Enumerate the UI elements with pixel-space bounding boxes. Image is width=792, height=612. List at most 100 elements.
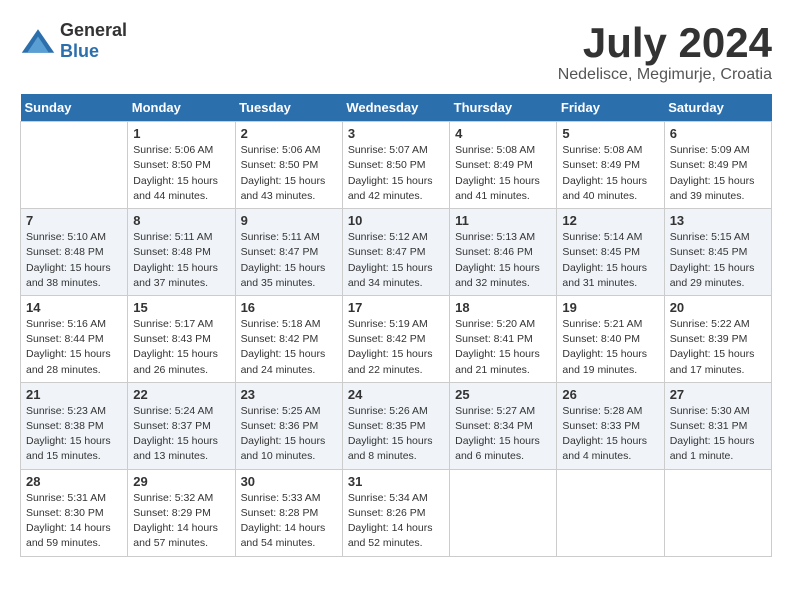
day-number: 19 [562, 300, 658, 315]
day-number: 7 [26, 213, 122, 228]
day-number: 9 [241, 213, 337, 228]
day-header-thursday: Thursday [450, 94, 557, 122]
day-info: Sunrise: 5:27 AM Sunset: 8:34 PM Dayligh… [455, 404, 551, 465]
day-number: 11 [455, 213, 551, 228]
day-header-sunday: Sunday [21, 94, 128, 122]
day-info: Sunrise: 5:26 AM Sunset: 8:35 PM Dayligh… [348, 404, 444, 465]
calendar-cell: 16 Sunrise: 5:18 AM Sunset: 8:42 PM Dayli… [235, 295, 342, 382]
calendar-cell: 13Sunrise: 5:15 AM Sunset: 8:45 PM Dayli… [664, 209, 771, 296]
day-number: 10 [348, 213, 444, 228]
day-info: Sunrise: 5:06 AM Sunset: 8:50 PM Dayligh… [241, 143, 337, 204]
calendar-cell: 31 Sunrise: 5:34 AM Sunset: 8:26 PM Dayli… [342, 469, 449, 556]
calendar-cell: 5Sunrise: 5:08 AM Sunset: 8:49 PM Daylig… [557, 122, 664, 209]
logo: General Blue [20, 20, 127, 62]
day-info: Sunrise: 5:31 AM Sunset: 8:30 PM Dayligh… [26, 491, 122, 552]
calendar-cell [21, 122, 128, 209]
calendar-cell: 21Sunrise: 5:23 AM Sunset: 8:38 PM Dayli… [21, 382, 128, 469]
day-number: 6 [670, 126, 766, 141]
day-number: 21 [26, 387, 122, 402]
day-header-tuesday: Tuesday [235, 94, 342, 122]
day-number: 4 [455, 126, 551, 141]
day-number: 12 [562, 213, 658, 228]
day-info: Sunrise: 5:07 AM Sunset: 8:50 PM Dayligh… [348, 143, 444, 204]
calendar-cell: 23 Sunrise: 5:25 AM Sunset: 8:36 PM Dayli… [235, 382, 342, 469]
calendar-cell: 7 Sunrise: 5:10 AM Sunset: 8:48 PM Daylig… [21, 209, 128, 296]
day-number: 16 [241, 300, 337, 315]
day-info: Sunrise: 5:17 AM Sunset: 8:43 PM Dayligh… [133, 317, 229, 378]
day-number: 25 [455, 387, 551, 402]
day-number: 26 [562, 387, 658, 402]
calendar-cell: 29 Sunrise: 5:32 AM Sunset: 8:29 PM Dayli… [128, 469, 235, 556]
day-number: 29 [133, 474, 229, 489]
day-number: 24 [348, 387, 444, 402]
logo-general: General [60, 20, 127, 40]
day-info: Sunrise: 5:20 AM Sunset: 8:41 PM Dayligh… [455, 317, 551, 378]
day-info: Sunrise: 5:22 AM Sunset: 8:39 PM Dayligh… [670, 317, 766, 378]
day-header-saturday: Saturday [664, 94, 771, 122]
day-info: Sunrise: 5:13 AM Sunset: 8:46 PM Dayligh… [455, 230, 551, 291]
day-number: 27 [670, 387, 766, 402]
calendar-cell [664, 469, 771, 556]
day-info: Sunrise: 5:24 AM Sunset: 8:37 PM Dayligh… [133, 404, 229, 465]
calendar-cell: 2 Sunrise: 5:06 AM Sunset: 8:50 PM Daylig… [235, 122, 342, 209]
day-number: 13 [670, 213, 766, 228]
calendar-cell: 27 Sunrise: 5:30 AM Sunset: 8:31 PM Dayli… [664, 382, 771, 469]
day-info: Sunrise: 5:32 AM Sunset: 8:29 PM Dayligh… [133, 491, 229, 552]
calendar-cell: 3 Sunrise: 5:07 AM Sunset: 8:50 PM Daylig… [342, 122, 449, 209]
day-info: Sunrise: 5:28 AM Sunset: 8:33 PM Dayligh… [562, 404, 658, 465]
calendar-cell: 15 Sunrise: 5:17 AM Sunset: 8:43 PM Dayli… [128, 295, 235, 382]
day-info: Sunrise: 5:19 AM Sunset: 8:42 PM Dayligh… [348, 317, 444, 378]
calendar-cell [557, 469, 664, 556]
logo-blue: Blue [60, 41, 99, 61]
day-info: Sunrise: 5:33 AM Sunset: 8:28 PM Dayligh… [241, 491, 337, 552]
calendar-cell: 24 Sunrise: 5:26 AM Sunset: 8:35 PM Dayli… [342, 382, 449, 469]
day-number: 28 [26, 474, 122, 489]
calendar-cell: 26 Sunrise: 5:28 AM Sunset: 8:33 PM Dayli… [557, 382, 664, 469]
day-info: Sunrise: 5:08 AM Sunset: 8:49 PM Dayligh… [455, 143, 551, 204]
calendar-cell: 1 Sunrise: 5:06 AM Sunset: 8:50 PM Daylig… [128, 122, 235, 209]
day-info: Sunrise: 5:14 AM Sunset: 8:45 PM Dayligh… [562, 230, 658, 291]
week-row-4: 21Sunrise: 5:23 AM Sunset: 8:38 PM Dayli… [21, 382, 772, 469]
day-number: 23 [241, 387, 337, 402]
day-header-friday: Friday [557, 94, 664, 122]
title-area: July 2024 Nedelisce, Megimurje, Croatia [558, 20, 772, 84]
day-info: Sunrise: 5:12 AM Sunset: 8:47 PM Dayligh… [348, 230, 444, 291]
header: General Blue July 2024 Nedelisce, Megimu… [20, 20, 772, 84]
day-number: 3 [348, 126, 444, 141]
calendar-cell: 9Sunrise: 5:11 AM Sunset: 8:47 PM Daylig… [235, 209, 342, 296]
day-number: 14 [26, 300, 122, 315]
calendar-cell: 11 Sunrise: 5:13 AM Sunset: 8:46 PM Dayli… [450, 209, 557, 296]
day-number: 1 [133, 126, 229, 141]
day-info: Sunrise: 5:16 AM Sunset: 8:44 PM Dayligh… [26, 317, 122, 378]
day-header-wednesday: Wednesday [342, 94, 449, 122]
calendar-cell: 10 Sunrise: 5:12 AM Sunset: 8:47 PM Dayli… [342, 209, 449, 296]
day-number: 17 [348, 300, 444, 315]
calendar-table: SundayMondayTuesdayWednesdayThursdayFrid… [20, 94, 772, 556]
calendar-cell: 4 Sunrise: 5:08 AM Sunset: 8:49 PM Daylig… [450, 122, 557, 209]
day-number: 20 [670, 300, 766, 315]
calendar-cell: 19 Sunrise: 5:21 AM Sunset: 8:40 PM Dayli… [557, 295, 664, 382]
calendar-cell: 18Sunrise: 5:20 AM Sunset: 8:41 PM Dayli… [450, 295, 557, 382]
day-number: 15 [133, 300, 229, 315]
header-row: SundayMondayTuesdayWednesdayThursdayFrid… [21, 94, 772, 122]
day-info: Sunrise: 5:08 AM Sunset: 8:49 PM Dayligh… [562, 143, 658, 204]
day-info: Sunrise: 5:06 AM Sunset: 8:50 PM Dayligh… [133, 143, 229, 204]
week-row-2: 7 Sunrise: 5:10 AM Sunset: 8:48 PM Daylig… [21, 209, 772, 296]
calendar-cell: 25 Sunrise: 5:27 AM Sunset: 8:34 PM Dayli… [450, 382, 557, 469]
day-info: Sunrise: 5:30 AM Sunset: 8:31 PM Dayligh… [670, 404, 766, 465]
day-number: 2 [241, 126, 337, 141]
calendar-cell: 22Sunrise: 5:24 AM Sunset: 8:37 PM Dayli… [128, 382, 235, 469]
logo-icon [20, 27, 56, 55]
day-info: Sunrise: 5:34 AM Sunset: 8:26 PM Dayligh… [348, 491, 444, 552]
day-info: Sunrise: 5:18 AM Sunset: 8:42 PM Dayligh… [241, 317, 337, 378]
day-info: Sunrise: 5:25 AM Sunset: 8:36 PM Dayligh… [241, 404, 337, 465]
day-info: Sunrise: 5:10 AM Sunset: 8:48 PM Dayligh… [26, 230, 122, 291]
day-header-monday: Monday [128, 94, 235, 122]
calendar-cell: 14 Sunrise: 5:16 AM Sunset: 8:44 PM Dayli… [21, 295, 128, 382]
calendar-cell [450, 469, 557, 556]
day-number: 31 [348, 474, 444, 489]
calendar-cell: 8Sunrise: 5:11 AM Sunset: 8:48 PM Daylig… [128, 209, 235, 296]
week-row-5: 28 Sunrise: 5:31 AM Sunset: 8:30 PM Dayli… [21, 469, 772, 556]
day-info: Sunrise: 5:21 AM Sunset: 8:40 PM Dayligh… [562, 317, 658, 378]
calendar-cell: 17 Sunrise: 5:19 AM Sunset: 8:42 PM Dayli… [342, 295, 449, 382]
